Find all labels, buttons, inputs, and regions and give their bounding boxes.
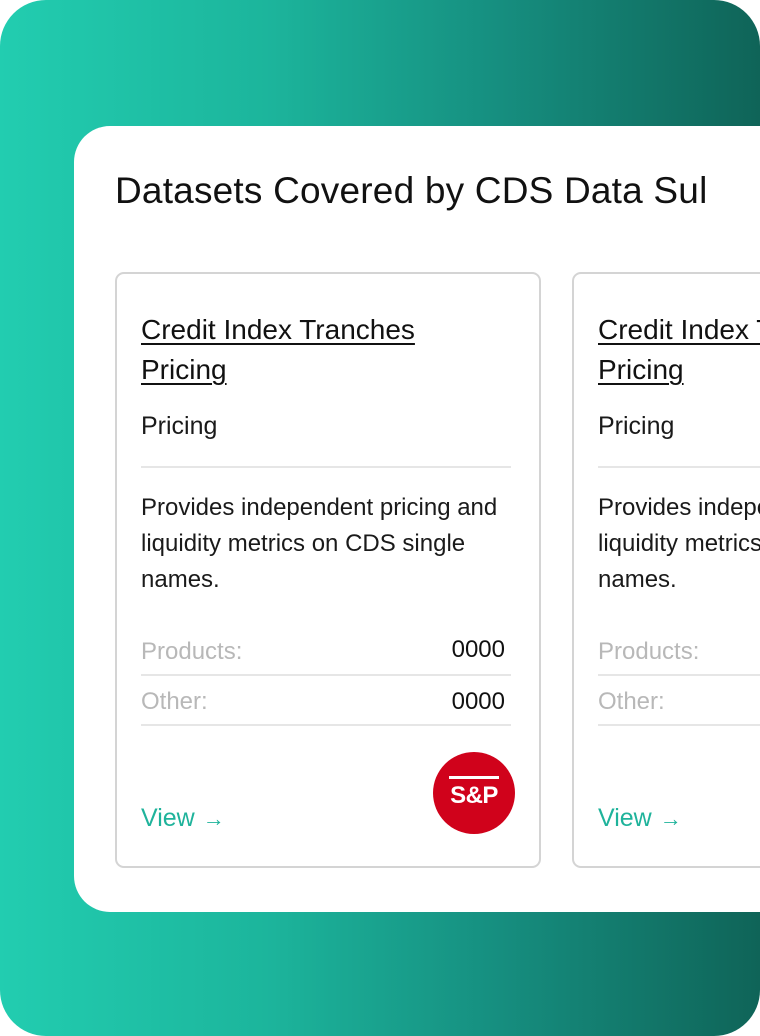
view-label: View — [141, 804, 195, 832]
dataset-card: Credit Index Tranches Pricing Pricing Pr… — [115, 272, 541, 868]
card-title-link[interactable]: Credit Index Tranches Pricing — [141, 310, 481, 390]
metric-value-other: 0000 — [451, 688, 505, 715]
sp-logo: S&P — [433, 752, 515, 834]
logo-bar — [449, 776, 499, 779]
metric-label-products: Products: — [598, 638, 700, 665]
page-title: Datasets Covered by CDS Data Sul — [115, 170, 708, 211]
arrow-right-icon: → — [659, 806, 682, 831]
card-title-link[interactable]: Credit Index Tranches Pricing — [598, 310, 760, 390]
logo-text: S&P — [450, 782, 498, 809]
view-label: View — [598, 804, 652, 832]
divider — [141, 674, 511, 676]
view-link[interactable]: View → — [598, 804, 682, 833]
background: Datasets Covered by CDS Data Sul Credit … — [0, 0, 760, 1036]
card-category: Pricing — [141, 412, 218, 440]
card-category: Pricing — [598, 412, 675, 440]
metric-label-other: Other: — [141, 688, 208, 715]
arrow-right-icon: → — [202, 806, 225, 831]
card-description: Provides independent pricing and liquidi… — [141, 494, 498, 593]
datasets-panel: Datasets Covered by CDS Data Sul Credit … — [74, 126, 760, 912]
divider — [598, 674, 760, 676]
divider — [141, 466, 511, 468]
view-link[interactable]: View → — [141, 804, 225, 833]
dataset-card: Credit Index Tranches Pricing Pricing Pr… — [572, 272, 760, 868]
divider — [141, 724, 511, 726]
metric-value-products: 0000 — [451, 636, 505, 663]
divider — [598, 724, 760, 726]
metric-label-other: Other: — [598, 688, 665, 715]
divider — [598, 466, 760, 468]
metric-label-products: Products: — [141, 638, 243, 665]
card-description: Provides independent pricing and liquidi… — [598, 494, 760, 593]
